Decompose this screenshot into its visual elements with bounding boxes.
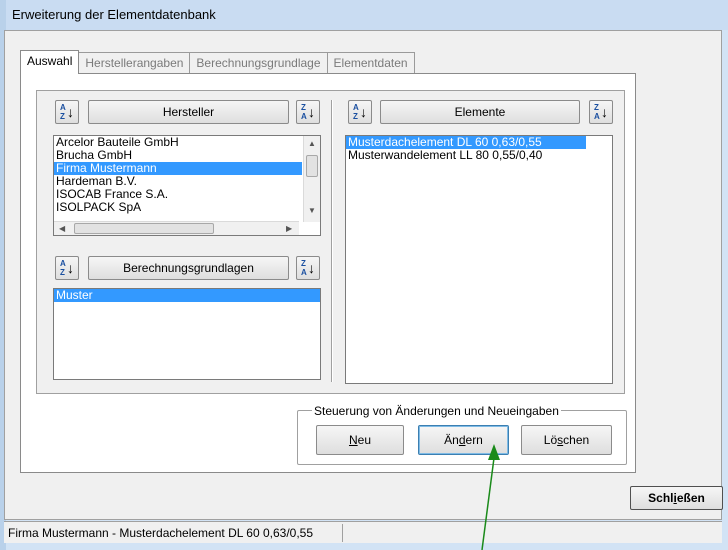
schliessen-button[interactable]: Schließen	[630, 486, 723, 510]
list-item[interactable]: Musterwandelement LL 80 0,55/0,40	[346, 149, 586, 162]
tab-berechnungsgrundlage[interactable]: Berechnungsgrundlage	[189, 52, 328, 74]
loeschen-button[interactable]: Löschen	[521, 425, 612, 455]
hersteller-sort-asc-button[interactable]: AZ ↓	[55, 100, 79, 124]
elemente-header-button[interactable]: Elemente	[380, 100, 580, 124]
berechnung-list: Muster	[54, 289, 320, 302]
berechnung-header-button[interactable]: Berechnungsgrundlagen	[88, 256, 289, 280]
list-item[interactable]: Muster	[54, 289, 320, 302]
scroll-thumb[interactable]	[306, 155, 318, 177]
hersteller-sort-desc-button[interactable]: ZA ↓	[296, 100, 320, 124]
elemente-listbox[interactable]: Musterdachelement DL 60 0,63/0,55 Musterw…	[345, 135, 613, 384]
berechnung-sort-asc-button[interactable]: AZ ↓	[55, 256, 79, 280]
elemente-sort-asc-button[interactable]: AZ ↓	[348, 100, 372, 124]
hersteller-vertical-scrollbar[interactable]: ▲ ▼	[303, 136, 320, 222]
berechnung-listbox[interactable]: Muster	[53, 288, 321, 380]
elemente-list: Musterdachelement DL 60 0,63/0,55 Musterw…	[346, 136, 612, 162]
hersteller-list: Arcelor Bauteile GmbH Brucha GmbH Firma Mu…	[54, 136, 320, 214]
scroll-down-icon[interactable]: ▼	[308, 206, 316, 215]
scroll-left-icon[interactable]: ◀	[59, 224, 65, 233]
tab-auswahl[interactable]: Auswahl	[20, 50, 80, 74]
sort-az-icon: AZ	[60, 103, 66, 121]
sort-za-icon: ZA	[301, 103, 307, 121]
scroll-thumb-horizontal[interactable]	[74, 223, 214, 234]
sort-az-icon: AZ	[353, 103, 359, 121]
scroll-right-icon[interactable]: ▶	[286, 224, 292, 233]
status-separator	[342, 524, 343, 542]
sort-za-icon: ZA	[594, 103, 600, 121]
column-divider	[331, 100, 333, 382]
sort-za-icon: ZA	[301, 259, 307, 277]
status-bar: Firma Mustermann - Musterdachelement DL …	[4, 521, 722, 543]
hersteller-horizontal-scrollbar[interactable]: ◀ ▶	[54, 221, 299, 235]
aendern-button[interactable]: Ändern	[418, 425, 509, 455]
berechnung-sort-desc-button[interactable]: ZA ↓	[296, 256, 320, 280]
tab-strip: Auswahl Herstellerangaben Berechnungsgru…	[20, 50, 415, 74]
status-text: Firma Mustermann - Musterdachelement DL …	[8, 526, 314, 540]
elemente-sort-desc-button[interactable]: ZA ↓	[589, 100, 613, 124]
scroll-up-icon[interactable]: ▲	[308, 139, 316, 148]
window-title: Erweiterung der Elementdatenbank	[12, 7, 216, 22]
steuerung-group-label: Steuerung von Änderungen und Neueingaben	[312, 404, 561, 418]
hersteller-listbox[interactable]: Arcelor Bauteile GmbH Brucha GmbH Firma Mu…	[53, 135, 321, 236]
tab-herstellerangaben[interactable]: Herstellerangaben	[78, 52, 191, 74]
title-bar: Erweiterung der Elementdatenbank	[6, 0, 728, 30]
neu-button[interactable]: Neu	[316, 425, 404, 455]
hersteller-header-button[interactable]: Hersteller	[88, 100, 289, 124]
sort-az-icon: AZ	[60, 259, 66, 277]
list-item[interactable]: ISOLPACK SpA	[54, 201, 302, 214]
tab-elementdaten[interactable]: Elementdaten	[326, 52, 415, 74]
